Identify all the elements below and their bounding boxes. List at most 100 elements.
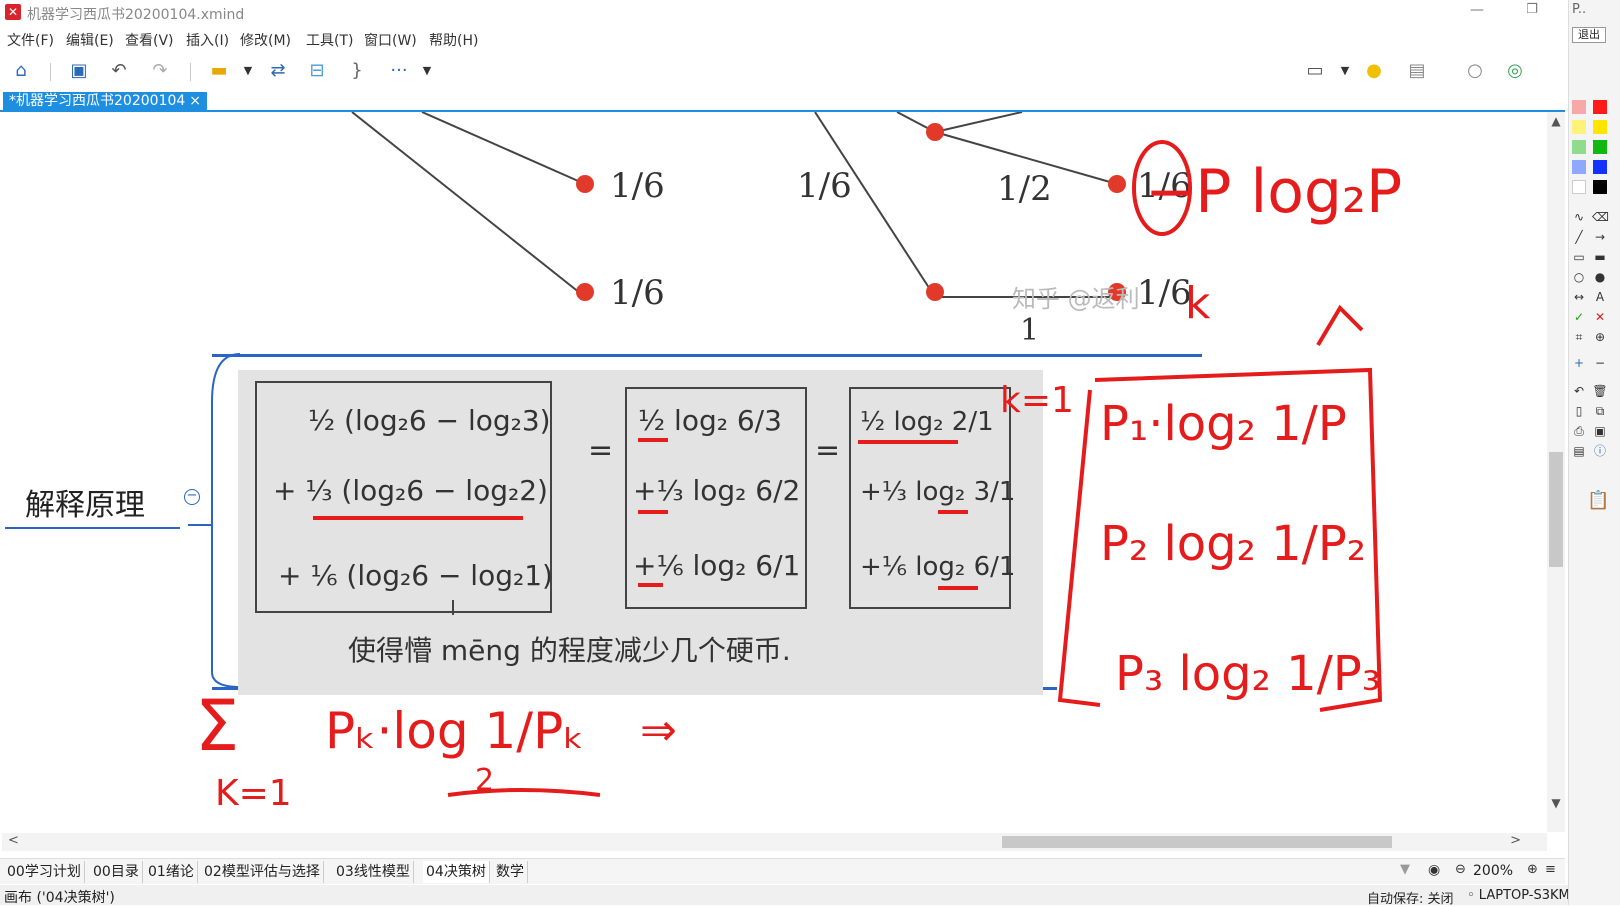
status-bar: 画布 ('04决策树') 自动保存: 关闭 ◦ LAPTOP-S3KMG0V9 [0,885,1620,907]
more-icon[interactable]: ··· [387,60,411,82]
note-equals: = [588,433,613,468]
tree-fraction-label: 1/6 [797,166,852,206]
pen-color-swatch[interactable] [1572,120,1586,134]
scroll-right-icon[interactable]: > [1510,833,1521,848]
zoom-in-icon[interactable]: ⊕ [1527,862,1538,877]
pen-color-swatch[interactable] [1593,120,1607,134]
share-icon[interactable]: ◎ [1503,60,1527,82]
search-icon[interactable]: ○ [1463,60,1487,82]
eye-icon[interactable]: ◉ [1428,862,1440,878]
minus-icon[interactable]: − [1592,356,1608,370]
print-icon[interactable]: ⎙ [1571,424,1587,438]
pen-color-swatch[interactable] [1593,100,1607,114]
menu-tools[interactable]: 工具(T) [306,30,353,50]
sheet-tab-active[interactable]: 04决策树 [423,861,490,883]
collapse-icon[interactable]: − [184,489,200,505]
menu-bar: 文件(F) 编辑(E) 查看(V) 插入(I) 修改(M) 工具(T) 窗口(W… [0,27,1560,51]
menu-modify[interactable]: 修改(M) [240,30,291,50]
zoom-level[interactable]: 200% [1473,863,1513,879]
presentation-dropdown-icon[interactable]: ▼ [1333,60,1357,82]
menu-file[interactable]: 文件(F) [7,30,54,50]
rectangle-tool-icon[interactable]: ▭ [1571,250,1587,264]
info-icon[interactable]: ⓘ [1592,444,1608,458]
topic-title[interactable]: 解释原理 [25,480,145,524]
minimize-button[interactable]: — [1465,2,1489,22]
pen-color-swatch[interactable] [1572,100,1586,114]
text-tool-icon[interactable]: A [1592,290,1608,304]
close-tab-icon[interactable]: × [189,93,201,109]
document-tab[interactable]: *机器学习西瓜书20200104 × [3,92,207,111]
menu-edit[interactable]: 编辑(E) [66,30,114,50]
relationship-icon[interactable]: ⇄ [266,60,290,82]
note-line: +⅙ log₂ 6/1 [633,549,800,582]
filled-rectangle-tool-icon[interactable]: ▬ [1592,250,1608,264]
pen-color-swatch[interactable] [1572,140,1586,154]
freehand-pen-icon[interactable]: ∿ [1571,210,1587,224]
redo-icon[interactable]: ↷ [148,60,172,82]
sheet-tab[interactable]: 03线性模型 [333,861,414,883]
ellipse-tool-icon[interactable]: ○ [1571,270,1587,284]
menu-window[interactable]: 窗口(W) [364,30,417,50]
screen-icon[interactable]: ▤ [1571,444,1587,458]
sheet-tab[interactable]: 01绪论 [145,861,198,883]
trash-icon[interactable]: 🗑 [1592,384,1608,398]
line-tool-icon[interactable]: ╱ [1571,230,1587,244]
filled-ellipse-tool-icon[interactable]: ● [1592,270,1608,284]
scroll-down-icon[interactable]: ▼ [1547,796,1565,810]
vertical-scrollbar[interactable]: ▲ ▼ [1547,112,1565,832]
check-tool-icon[interactable]: ✓ [1571,310,1587,324]
pen-color-swatch[interactable] [1593,140,1607,154]
undo-pen-icon[interactable]: ↶ [1571,384,1587,398]
scroll-up-icon[interactable]: ▲ [1547,114,1565,128]
restore-button[interactable]: ❐ [1520,2,1544,22]
boundary-icon[interactable]: ⊟ [305,60,329,82]
vertical-scroll-thumb[interactable] [1549,452,1563,567]
horizontal-scrollbar[interactable]: < > [2,833,1547,851]
presentation-icon[interactable]: ▭ [1303,60,1327,82]
double-arrow-tool-icon[interactable]: ↔ [1571,290,1587,304]
tree-fraction-label: 1/6 [1137,166,1192,206]
menu-help[interactable]: 帮助(H) [429,30,478,50]
clipboard-icon[interactable]: 📋 [1587,490,1609,511]
topic-icon[interactable]: ▬ [207,60,231,82]
menu-insert[interactable]: 插入(I) [186,30,229,50]
branch-bracket-line [211,353,241,688]
new-page-icon[interactable]: ▯ [1571,404,1587,418]
pen-color-swatch[interactable] [1572,180,1586,194]
zoom-tool-icon[interactable]: ⊕ [1592,330,1608,344]
pen-color-swatch[interactable] [1593,160,1607,174]
pen-color-swatch[interactable] [1572,160,1586,174]
document-tab-label: *机器学习西瓜书20200104 [9,93,186,109]
horizontal-scroll-thumb[interactable] [1002,836,1392,848]
more-dropdown-icon[interactable]: ▼ [415,60,439,82]
eraser-icon[interactable]: ⌫ [1592,210,1609,224]
pen-color-swatch[interactable] [1593,180,1607,194]
layout-icon[interactable]: ▤ [1405,60,1429,82]
arrow-tool-icon[interactable]: → [1592,230,1608,244]
copy-icon[interactable]: ⧉ [1592,404,1608,418]
note-line: + ⅓ (log₂6 − log₂2) [273,474,548,507]
save-icon[interactable]: ▣ [67,60,91,82]
undo-icon[interactable]: ↶ [107,60,131,82]
sheet-tab[interactable]: 02模型评估与选择 [201,861,324,883]
sheet-tab[interactable]: 数学 [493,861,528,883]
scroll-left-icon[interactable]: < [8,833,19,848]
sheet-tab[interactable]: 00学习计划 [4,861,85,883]
zoom-out-icon[interactable]: ⊖ [1455,862,1466,877]
sheet-tab[interactable]: 00目录 [90,861,143,883]
status-autosave[interactable]: 自动保存: 关闭 [1367,888,1454,907]
crop-tool-icon[interactable]: ⌗ [1571,330,1587,344]
zoom-menu-icon[interactable]: ≡ [1545,862,1556,877]
xmind-app-icon: ✕ [5,4,21,20]
topic-dropdown-icon[interactable]: ▼ [236,60,260,82]
save-pen-icon[interactable]: ▣ [1592,424,1608,438]
tree-node-dot [1108,175,1126,193]
filter-icon[interactable]: ▼ [1400,862,1410,877]
plus-icon[interactable]: + [1571,356,1587,370]
cross-tool-icon[interactable]: ✕ [1592,310,1608,324]
menu-view[interactable]: 查看(V) [125,30,174,50]
bulb-icon[interactable]: ● [1362,60,1386,82]
summary-icon[interactable]: } [345,60,369,82]
home-icon[interactable]: ⌂ [9,60,33,82]
exit-button[interactable]: 退出 [1572,27,1606,43]
